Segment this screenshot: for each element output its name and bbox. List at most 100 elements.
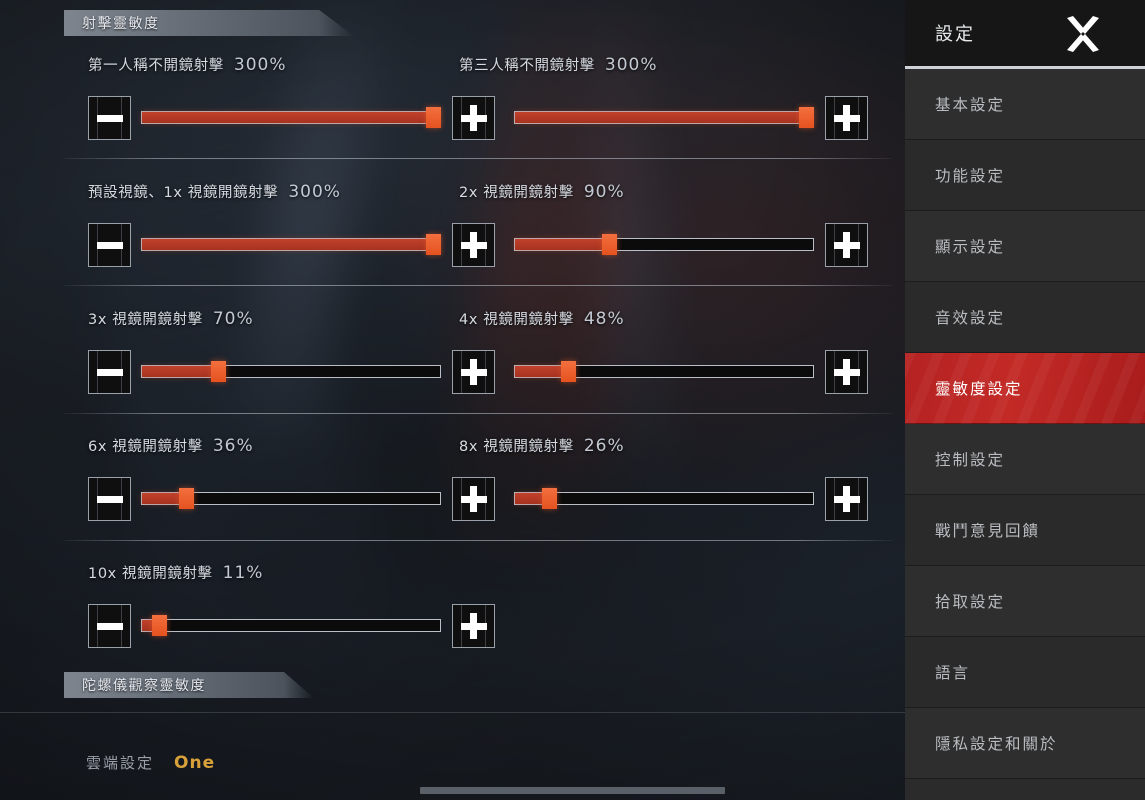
sidebar-item-label: 功能設定 (935, 167, 1006, 185)
slider-knob[interactable] (426, 107, 441, 128)
slider-knob[interactable] (179, 488, 194, 509)
slider-track (141, 619, 441, 632)
setting-value: 48% (583, 309, 625, 329)
slider-row9[interactable] (141, 615, 441, 636)
slider-knob[interactable] (211, 361, 226, 382)
decrease-button-row3[interactable] (88, 223, 131, 267)
sidebar-item-basic[interactable]: 基本設定 (905, 69, 1145, 140)
sidebar-item-pickup[interactable]: 拾取設定 (905, 566, 1145, 637)
increase-button-row5[interactable] (452, 350, 495, 394)
slider-row3[interactable] (141, 234, 441, 255)
sidebar-item-function[interactable]: 功能設定 (905, 140, 1145, 211)
bottom-action-bar: 雲端設定 One 重置設定 儲存設定 (0, 712, 905, 800)
setting-label-row4: 2x 視鏡開鏡射擊 90% (459, 181, 625, 202)
setting-value: 26% (583, 436, 625, 456)
setting-value: 90% (583, 182, 625, 202)
slider-fill (142, 366, 218, 377)
slider-knob[interactable] (426, 234, 441, 255)
horizontal-scrollbar[interactable] (420, 787, 725, 794)
slider-knob[interactable] (602, 234, 617, 255)
sidebar-item-language[interactable]: 語言 (905, 637, 1145, 708)
sidebar-item-label: 拾取設定 (935, 593, 1006, 611)
slider-row8[interactable] (514, 488, 814, 509)
slider-fill (142, 239, 433, 250)
close-x-icon (1067, 16, 1099, 52)
setting-label-row8: 8x 視鏡開鏡射擊 26% (459, 435, 625, 456)
setting-label-row3: 預設視鏡、1x 視鏡開鏡射擊 300% (88, 181, 341, 202)
setting-name: 第一人稱不開鏡射擊 (88, 58, 224, 74)
setting-value: 300% (233, 55, 287, 75)
slider-knob[interactable] (542, 488, 557, 509)
row-divider (64, 285, 892, 286)
setting-name: 預設視鏡、1x 視鏡開鏡射擊 (88, 185, 279, 201)
sidebar-item-label: 戰鬥意見回饋 (935, 522, 1041, 540)
decrease-button-row5[interactable] (88, 350, 131, 394)
sidebar-item-sensitivity[interactable]: 靈敏度設定 (905, 352, 1145, 424)
setting-value: 36% (212, 436, 254, 456)
increase-button-row3[interactable] (452, 223, 495, 267)
slider-knob[interactable] (561, 361, 576, 382)
setting-name: 4x 視鏡開鏡射擊 (459, 312, 574, 328)
slider-fill (515, 239, 608, 250)
setting-label-row1: 第一人稱不開鏡射擊 300% (88, 54, 287, 75)
increase-button-row7[interactable] (452, 477, 495, 521)
sidebar-item-label: 隱私設定和關於 (935, 735, 1058, 753)
slider-row6[interactable] (514, 361, 814, 382)
slider-knob[interactable] (152, 615, 167, 636)
slider-track (514, 492, 814, 505)
sensitivity-settings-panel: 射擊靈敏度 第一人稱不開鏡射擊 300% 第三人稱不開鏡射擊 300% 預設視鏡… (0, 0, 905, 800)
increase-button-row1[interactable] (452, 96, 495, 140)
row-divider (64, 158, 892, 159)
slider-knob[interactable] (799, 107, 814, 128)
increase-button-row6[interactable] (825, 350, 868, 394)
sidebar-item-audio[interactable]: 音效設定 (905, 282, 1145, 353)
increase-button-row4[interactable] (825, 223, 868, 267)
sidebar-item-label: 控制設定 (935, 451, 1006, 469)
slider-row1[interactable] (141, 107, 441, 128)
setting-name: 10x 視鏡開鏡射擊 (88, 566, 213, 582)
setting-value: 11% (222, 563, 264, 583)
decrease-button-row9[interactable] (88, 604, 131, 648)
setting-label-row5: 3x 視鏡開鏡射擊 70% (88, 308, 254, 329)
slider-row5[interactable] (141, 361, 441, 382)
row-divider (64, 413, 892, 414)
setting-label-row7: 6x 視鏡開鏡射擊 36% (88, 435, 254, 456)
setting-name: 2x 視鏡開鏡射擊 (459, 185, 574, 201)
slider-fill (515, 112, 806, 123)
section-header-label: 射擊靈敏度 (82, 16, 160, 32)
increase-button-row2[interactable] (825, 96, 868, 140)
cloud-settings-label: 雲端設定 (86, 754, 155, 772)
sidebar-item-filler (905, 779, 1145, 800)
slider-row4[interactable] (514, 234, 814, 255)
sidebar-item-privacy-about[interactable]: 隱私設定和關於 (905, 708, 1145, 779)
sidebar-item-label: 靈敏度設定 (935, 380, 1023, 398)
section-header-fire-sensitivity: 射擊靈敏度 (64, 10, 354, 36)
bottom-divider (0, 712, 905, 713)
sidebar-item-combat-feedback[interactable]: 戰鬥意見回饋 (905, 495, 1145, 566)
setting-name: 3x 視鏡開鏡射擊 (88, 312, 203, 328)
settings-sidebar: 設定 基本設定 功能設定 顯示設定 音效設定 靈敏度設定 控制設定 戰鬥意見回饋… (905, 0, 1145, 800)
cloud-settings-group: 雲端設定 One (86, 752, 215, 773)
row-divider (64, 540, 892, 541)
decrease-button-row1[interactable] (88, 96, 131, 140)
slider-row2[interactable] (514, 107, 814, 128)
setting-label-row9: 10x 視鏡開鏡射擊 11% (88, 562, 263, 583)
sidebar-item-label: 顯示設定 (935, 238, 1006, 256)
sidebar-item-label: 語言 (935, 664, 971, 682)
slider-row7[interactable] (141, 488, 441, 509)
sidebar-item-display[interactable]: 顯示設定 (905, 211, 1145, 282)
close-button[interactable] (1059, 10, 1107, 58)
cloud-slot-value: One (174, 752, 216, 773)
setting-name: 6x 視鏡開鏡射擊 (88, 439, 203, 455)
sidebar-item-controls[interactable]: 控制設定 (905, 424, 1145, 495)
setting-label-row6: 4x 視鏡開鏡射擊 48% (459, 308, 625, 329)
setting-value: 300% (288, 182, 341, 202)
setting-name: 第三人稱不開鏡射擊 (459, 58, 595, 74)
section-header-gyro-sensitivity: 陀螺儀觀察靈敏度 (64, 672, 314, 698)
slider-fill (142, 112, 433, 123)
increase-button-row8[interactable] (825, 477, 868, 521)
setting-value: 300% (604, 55, 658, 75)
increase-button-row9[interactable] (452, 604, 495, 648)
sidebar-title: 設定 (935, 24, 975, 45)
decrease-button-row7[interactable] (88, 477, 131, 521)
